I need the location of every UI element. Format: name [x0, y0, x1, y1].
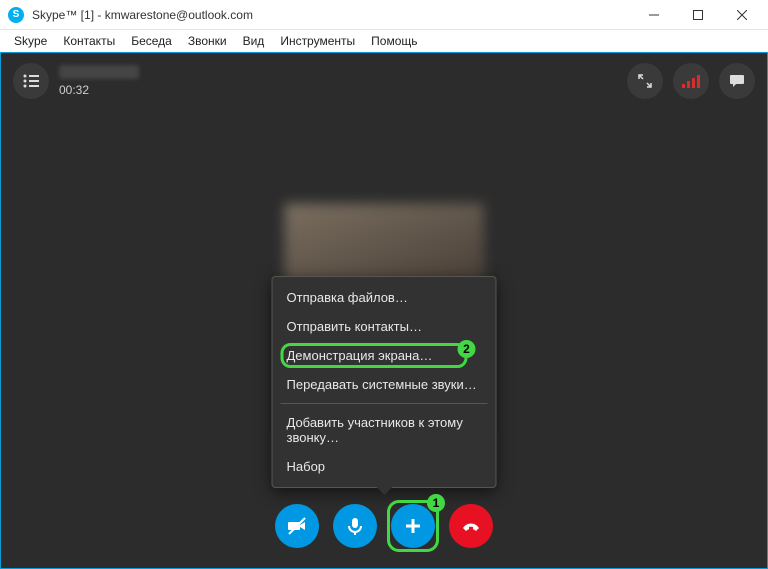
- plus-menu-popup: Отправка файлов… Отправить контакты… Дем…: [272, 276, 497, 488]
- close-button[interactable]: [720, 0, 764, 30]
- contact-name-redacted: [59, 65, 139, 79]
- menu-item-send-contacts[interactable]: Отправить контакты…: [273, 312, 496, 341]
- microphone-icon: [345, 516, 365, 536]
- menu-calls[interactable]: Звонки: [180, 32, 235, 50]
- menu-help[interactable]: Помощь: [363, 32, 425, 50]
- close-icon: [737, 10, 747, 20]
- call-area: 00:32 Отправка файлов… Отправить контакт…: [0, 52, 768, 569]
- call-quality-button[interactable]: [673, 63, 709, 99]
- call-info-cluster: 00:32: [13, 63, 139, 99]
- annotation-badge-2: 2: [458, 340, 476, 358]
- participants-list-button[interactable]: [13, 63, 49, 99]
- menu-item-share-screen[interactable]: Демонстрация экрана… 2: [273, 341, 496, 370]
- call-controls: 1: [275, 504, 493, 548]
- call-timer: 00:32: [59, 83, 139, 97]
- fullscreen-button[interactable]: [627, 63, 663, 99]
- window-controls: [632, 0, 764, 30]
- menu-conversation[interactable]: Беседа: [123, 32, 180, 50]
- video-off-icon: [286, 515, 308, 537]
- menu-separator: [281, 403, 488, 404]
- maximize-button[interactable]: [676, 0, 720, 30]
- menu-item-share-screen-label: Демонстрация экрана…: [287, 348, 433, 363]
- minimize-button[interactable]: [632, 0, 676, 30]
- title-bar: S Skype™ [1] - kmwarestone@outlook.com: [0, 0, 768, 30]
- maximize-icon: [693, 10, 703, 20]
- menu-contacts[interactable]: Контакты: [55, 32, 123, 50]
- menu-item-dialpad[interactable]: Набор: [273, 452, 496, 481]
- menu-item-share-system-sound[interactable]: Передавать системные звуки…: [273, 370, 496, 399]
- menu-bar: Skype Контакты Беседа Звонки Вид Инструм…: [0, 30, 768, 52]
- list-icon: [23, 74, 39, 88]
- minimize-icon: [649, 10, 659, 20]
- chat-button[interactable]: [719, 63, 755, 99]
- more-actions-button[interactable]: 1: [391, 504, 435, 548]
- call-top-right-controls: [627, 63, 755, 99]
- menu-skype[interactable]: Skype: [6, 32, 55, 50]
- menu-tools[interactable]: Инструменты: [272, 32, 363, 50]
- skype-logo-icon: S: [8, 7, 24, 23]
- hangup-icon: [459, 514, 483, 538]
- toggle-video-button[interactable]: [275, 504, 319, 548]
- fullscreen-icon: [638, 74, 652, 88]
- menu-view[interactable]: Вид: [235, 32, 273, 50]
- toggle-mic-button[interactable]: [333, 504, 377, 548]
- signal-bars-icon: [682, 74, 700, 88]
- chat-icon: [729, 73, 745, 89]
- call-info-text: 00:32: [59, 65, 139, 97]
- hangup-button[interactable]: [449, 504, 493, 548]
- menu-item-send-files[interactable]: Отправка файлов…: [273, 283, 496, 312]
- window-title: Skype™ [1] - kmwarestone@outlook.com: [32, 8, 632, 22]
- menu-item-add-participants[interactable]: Добавить участников к этому звонку…: [273, 408, 496, 452]
- annotation-badge-1: 1: [427, 494, 445, 512]
